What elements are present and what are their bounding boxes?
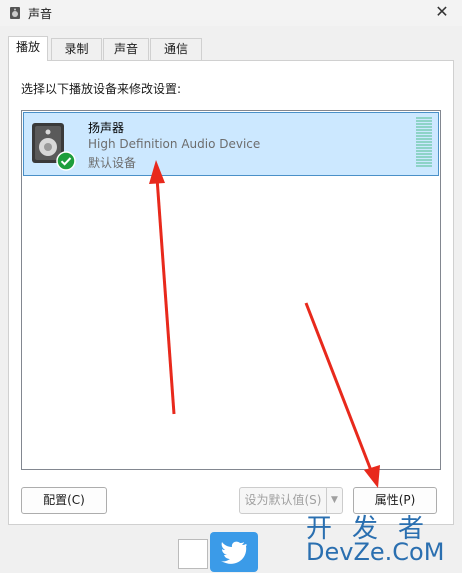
- volume-level-meter: [416, 117, 432, 171]
- device-description: High Definition Audio Device: [88, 137, 261, 151]
- device-status: 默认设备: [88, 156, 137, 170]
- device-item-speaker[interactable]: 扬声器 High Definition Audio Device 默认设备: [23, 112, 439, 176]
- watermark-box: [178, 539, 208, 569]
- playback-panel: 选择以下播放设备来修改设置: 扬声器 High Definition Audio…: [8, 60, 454, 525]
- default-check-icon: [56, 151, 76, 171]
- window-title: 声音: [28, 7, 53, 21]
- close-button[interactable]: ✕: [432, 2, 452, 22]
- device-name: 扬声器: [88, 121, 125, 135]
- speaker-app-icon: [10, 7, 20, 19]
- configure-button[interactable]: 配置(C): [21, 487, 107, 514]
- watermark-bird-icon: [210, 532, 258, 572]
- tab-recording[interactable]: 录制: [51, 38, 102, 60]
- instruction-text: 选择以下播放设备来修改设置:: [21, 82, 182, 96]
- watermark-logo-bottom: DevZe.CoM: [306, 538, 445, 566]
- tab-playback[interactable]: 播放: [8, 36, 48, 61]
- tab-sounds[interactable]: 声音: [103, 38, 149, 60]
- title-bar: 声音 ✕: [0, 0, 462, 26]
- device-list[interactable]: 扬声器 High Definition Audio Device 默认设备: [21, 110, 441, 470]
- tab-communications[interactable]: 通信: [150, 38, 202, 60]
